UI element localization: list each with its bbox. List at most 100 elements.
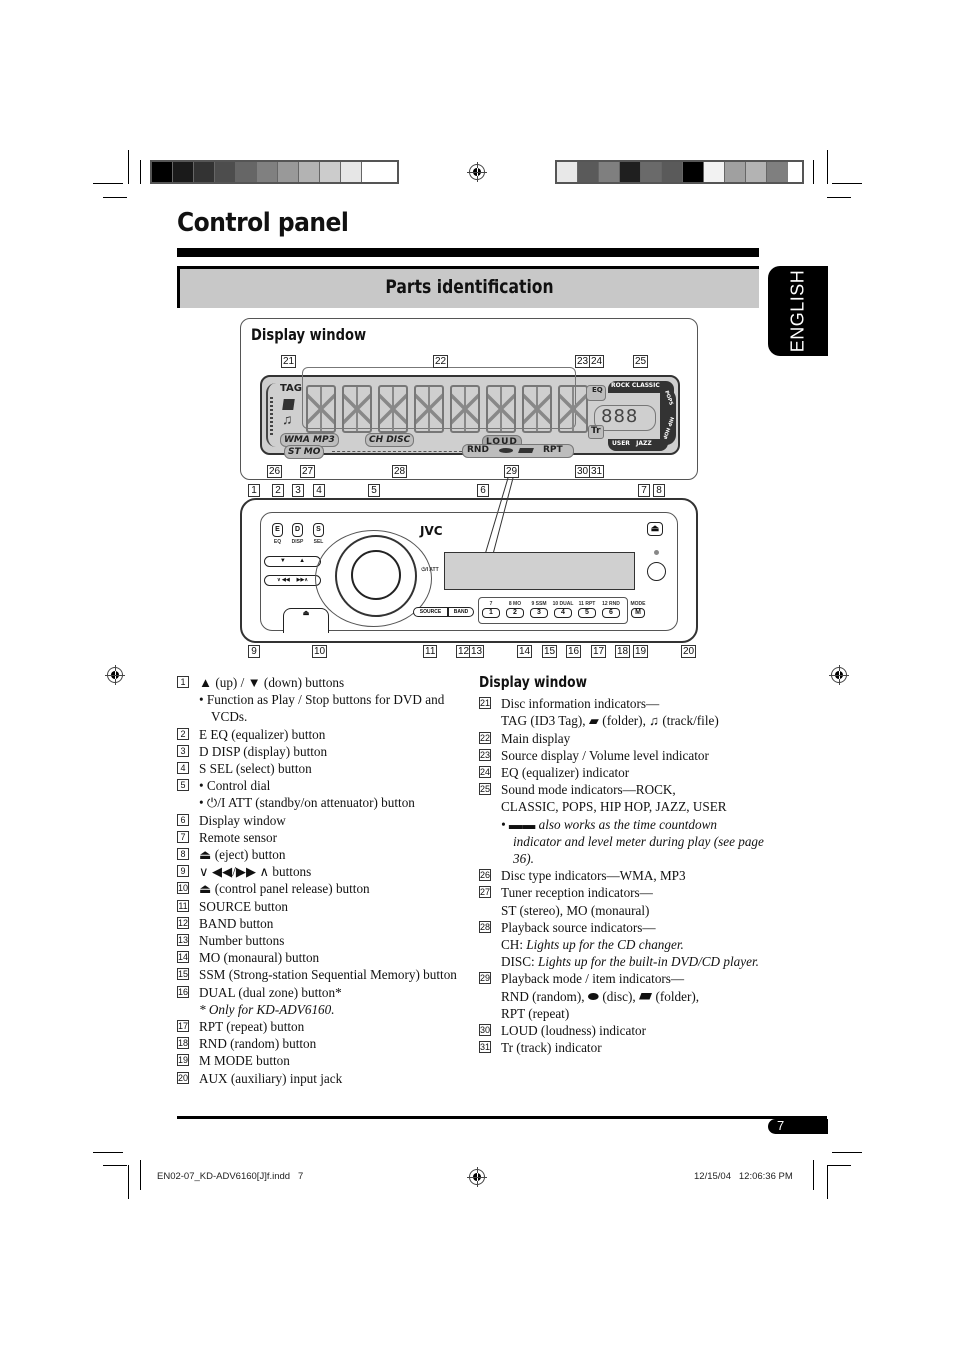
control-panel-release-button[interactable]: ⏏	[283, 608, 329, 633]
callout-16: 16	[566, 645, 582, 658]
number-button-6[interactable]: 6	[602, 608, 620, 618]
playback-mode-indicator: RND RPT	[462, 444, 574, 458]
list-subitem: • ▬▬ also works as the time countdown in…	[501, 816, 764, 867]
source-disc-line: DISC: Lights up for the built-in DVD/CD …	[479, 953, 764, 970]
item-text: Disc type indicators—WMA, MP3	[501, 868, 686, 884]
color-swatch	[152, 162, 173, 182]
color-swatch	[683, 162, 704, 182]
list-item: 11 SOURCE button	[177, 898, 457, 915]
skip-button[interactable]: ∨ ◀◀ ▶▶∧	[264, 575, 321, 586]
list-item: 21 Disc information indicators—	[479, 695, 764, 712]
list-item: 26 Disc type indicators—WMA, MP3	[479, 867, 764, 884]
callout-15: 15	[542, 645, 558, 658]
callout-31: 31	[589, 465, 605, 478]
sel-button[interactable]: S	[313, 523, 324, 537]
eq-button[interactable]: E	[272, 523, 283, 537]
subitem-text: ▬▬ also works as the time countdown indi…	[508, 816, 764, 867]
item-number: 3	[177, 744, 189, 757]
list-item: 22 Main display	[479, 730, 764, 747]
color-swatch	[599, 162, 620, 182]
item-number: 15	[177, 968, 189, 981]
list-item: 3 D DISP (display) button	[177, 743, 457, 760]
callout-11: 11	[423, 645, 438, 658]
disc-icon	[499, 448, 513, 453]
control-dial[interactable]	[351, 550, 401, 600]
item-number: 10	[177, 882, 189, 895]
page-number-tab: 7	[768, 1118, 828, 1134]
item-text: S SEL (select) button	[199, 761, 312, 777]
eq-indicator: EQ	[586, 385, 606, 401]
item-number: 2	[177, 727, 189, 740]
color-swatch	[578, 162, 599, 182]
callout-4: 4	[313, 484, 325, 497]
item-number: 9	[177, 865, 189, 878]
item-number: 25	[479, 783, 491, 796]
callout-14: 14	[517, 645, 533, 658]
disp-button[interactable]: D	[292, 523, 303, 537]
aux-input-jack[interactable]	[647, 562, 666, 581]
item-text: ▲ (up) / ▼ (down) buttons	[199, 675, 345, 690]
item-number: 26	[479, 869, 491, 882]
rnd-indicator: RND	[467, 445, 489, 455]
item-number: 20	[177, 1071, 189, 1084]
playback-source-indicator: CH DISC	[365, 433, 415, 447]
list-subitem: • ⏻/I ATT (standby/on attenuator) button	[199, 795, 415, 811]
number-button-1[interactable]: 1	[482, 608, 500, 618]
number-button-sublabel: 7	[489, 601, 493, 607]
item-number: 24	[479, 766, 491, 779]
main-display-digit	[486, 385, 516, 433]
item-text: SSM (Strong-station Sequential Memory) b…	[199, 967, 457, 983]
number-button-5[interactable]: 5	[578, 608, 596, 618]
number-button-2[interactable]: 2	[506, 608, 524, 618]
main-display-digit	[558, 385, 588, 433]
list-item: 19 M MODE button	[177, 1052, 457, 1069]
crop-mark	[827, 1165, 851, 1166]
crop-mark	[827, 150, 828, 184]
up-down-button[interactable]: ▼ ▲	[264, 556, 321, 567]
parts-list-panel: 1 ▲ (up) / ▼ (down) buttons • Function as …	[177, 674, 457, 1087]
callout-10: 10	[312, 645, 328, 658]
number-button-sublabel: 8 MO	[508, 601, 522, 607]
mode-button[interactable]: M	[631, 608, 645, 618]
item-number: 5	[177, 779, 189, 792]
item-number: 14	[177, 951, 189, 964]
parts-list-display: Display window 21 Disc information indica…	[479, 673, 764, 1056]
number-button-3[interactable]: 3	[530, 608, 548, 618]
display-window-diagram: Display window TAG ♫ WMA MP3 CH DISC ST …	[240, 318, 698, 480]
main-display-digit	[306, 385, 336, 433]
tr-indicator: Tr	[588, 425, 604, 439]
item-number: 22	[479, 731, 491, 744]
band-button[interactable]: BAND	[448, 607, 474, 617]
lcd-panel: TAG ♫ WMA MP3 CH DISC ST MO LOUD RND RPT…	[260, 367, 680, 459]
item-number: 8	[177, 848, 189, 861]
subitem-text: Function as Play / Stop buttons for DVD …	[206, 692, 445, 725]
crop-mark	[832, 1152, 862, 1153]
title-rule	[177, 248, 759, 257]
callout-6: 6	[477, 484, 489, 497]
list-item: 1 ▲ (up) / ▼ (down) buttons	[177, 674, 457, 691]
number-button-sublabel: 12 RND	[602, 601, 620, 607]
ch-label: CH:	[501, 937, 523, 953]
item-line: ST (stereo), MO (monaural)	[501, 902, 650, 918]
item-text: Main display	[501, 730, 571, 746]
callout-20: 20	[681, 645, 697, 658]
callout-18: 18	[615, 645, 631, 658]
list-item: 13 Number buttons	[177, 932, 457, 949]
dashed-divider	[332, 451, 462, 452]
release-icon: ⏏	[302, 610, 310, 617]
eject-button[interactable]: ⏏	[647, 522, 663, 536]
item-text: AUX (auxiliary) input jack	[199, 1070, 343, 1086]
eq-label: EQ	[592, 386, 603, 394]
crop-mark	[140, 1160, 141, 1190]
item-text: BAND button	[199, 915, 274, 931]
item-line: RND (random), ⬬ (disc), ▰ (folder),	[501, 988, 700, 1004]
crop-mark	[813, 160, 814, 184]
source-ch-line: CH: Lights up for the CD changer.	[479, 936, 764, 953]
registration-mark-icon	[829, 665, 849, 685]
color-swatch	[173, 162, 194, 182]
item-number: 4	[177, 762, 189, 775]
list-item: 8 ⏏ (eject) button	[177, 846, 457, 863]
source-button[interactable]: SOURCE	[413, 607, 448, 617]
color-swatch	[641, 162, 662, 182]
number-button-4[interactable]: 4	[554, 608, 572, 618]
